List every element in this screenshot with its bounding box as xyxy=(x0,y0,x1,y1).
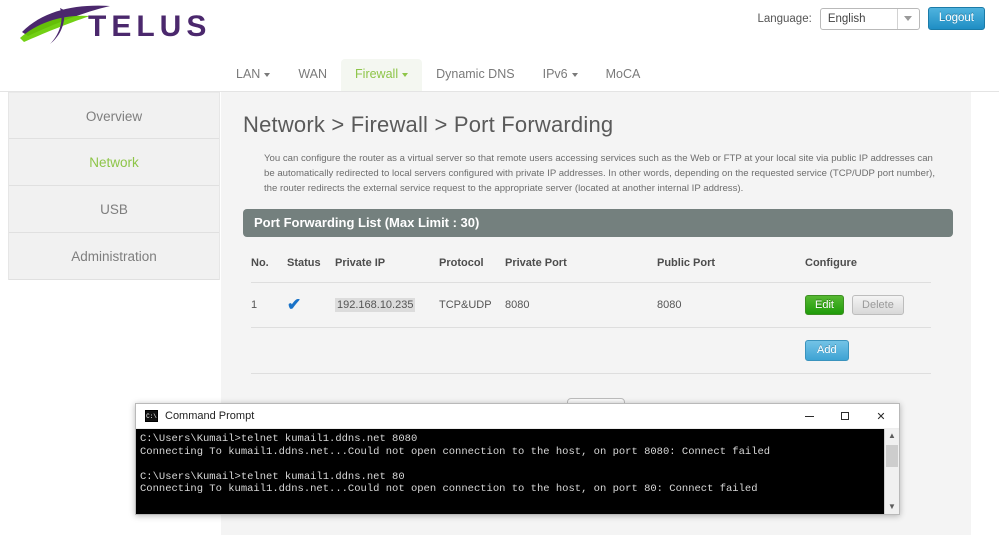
tab-wan-label: WAN xyxy=(298,67,327,81)
chevron-down-icon xyxy=(572,73,578,77)
tab-dynamic-dns-label: Dynamic DNS xyxy=(436,67,515,81)
tab-lan-label: LAN xyxy=(236,67,260,81)
cell-public-port: 8080 xyxy=(657,282,805,327)
maximize-icon[interactable] xyxy=(827,404,863,428)
cell-configure: Edit Delete xyxy=(805,282,931,327)
console-scrollbar[interactable]: ▲ ▼ xyxy=(884,429,899,514)
window-controls: ✕ xyxy=(791,404,899,428)
tab-wan[interactable]: WAN xyxy=(284,59,341,91)
command-prompt-icon: C:\ xyxy=(145,410,158,422)
add-row-spacer xyxy=(251,327,805,373)
language-selected-value: English xyxy=(828,13,866,25)
add-cell: Add xyxy=(805,327,931,373)
tab-firewall-label: Firewall xyxy=(355,67,398,81)
command-prompt-window[interactable]: C:\ Command Prompt ✕ C:\Users\Kumail>tel… xyxy=(135,403,900,515)
tab-lan[interactable]: LAN xyxy=(222,59,284,91)
sidebar-item-administration[interactable]: Administration xyxy=(9,233,219,280)
cell-status: ✔ xyxy=(287,282,335,327)
window-title: Command Prompt xyxy=(165,410,254,422)
minimize-icon[interactable] xyxy=(791,404,827,428)
tab-moca[interactable]: MoCA xyxy=(592,59,655,91)
port-forwarding-list-header: Port Forwarding List (Max Limit : 30) xyxy=(243,209,953,237)
router-admin-page: TELUS Language: English Logout LAN WAN F… xyxy=(0,0,999,535)
tab-ipv6-label: IPv6 xyxy=(543,67,568,81)
column-header-public-port: Public Port xyxy=(657,243,805,283)
logout-button[interactable]: Logout xyxy=(928,7,985,30)
scroll-up-icon[interactable]: ▲ xyxy=(885,429,899,443)
tab-ipv6[interactable]: IPv6 xyxy=(529,59,592,91)
delete-button[interactable]: Delete xyxy=(852,295,904,315)
page-title: Network > Firewall > Port Forwarding xyxy=(221,92,971,138)
main-nav: LAN WAN Firewall Dynamic DNS IPv6 MoCA xyxy=(0,56,999,92)
chevron-down-icon[interactable] xyxy=(897,9,919,29)
language-select[interactable]: English xyxy=(820,8,920,30)
telus-logo[interactable]: TELUS xyxy=(14,2,244,50)
tab-moca-label: MoCA xyxy=(606,67,641,81)
tab-dynamic-dns[interactable]: Dynamic DNS xyxy=(422,59,529,91)
edit-button[interactable]: Edit xyxy=(805,295,844,315)
console-body[interactable]: C:\Users\Kumail>telnet kumail1.ddns.net … xyxy=(136,429,899,514)
svg-text:TELUS: TELUS xyxy=(88,10,211,43)
private-ip-value: 192.168.10.235 xyxy=(335,298,415,312)
add-row: Add xyxy=(251,327,931,373)
language-controls: Language: English Logout xyxy=(757,7,985,30)
scroll-down-icon[interactable]: ▼ xyxy=(885,500,899,514)
checkmark-icon: ✔ xyxy=(287,295,301,314)
chevron-down-icon xyxy=(264,73,270,77)
sidebar: Overview Network USB Administration xyxy=(8,92,220,280)
column-header-private-port: Private Port xyxy=(505,243,657,283)
table-row: 1 ✔ 192.168.10.235 TCP&UDP 8080 8080 Edi… xyxy=(251,282,931,327)
column-header-configure: Configure xyxy=(805,243,931,283)
column-header-protocol: Protocol xyxy=(439,243,505,283)
command-prompt-titlebar[interactable]: C:\ Command Prompt ✕ xyxy=(136,404,899,429)
sidebar-item-usb[interactable]: USB xyxy=(9,186,219,233)
table-header-row: No. Status Private IP Protocol Private P… xyxy=(251,243,931,283)
page-header: TELUS Language: English Logout xyxy=(0,0,999,56)
scrollbar-thumb[interactable] xyxy=(886,445,898,467)
language-label: Language: xyxy=(757,13,811,25)
cell-protocol: TCP&UDP xyxy=(439,282,505,327)
port-forwarding-table: No. Status Private IP Protocol Private P… xyxy=(251,243,931,374)
page-description: You can configure the router as a virtua… xyxy=(221,138,971,197)
column-header-no: No. xyxy=(251,243,287,283)
chevron-down-icon xyxy=(402,73,408,77)
sidebar-item-overview[interactable]: Overview xyxy=(9,92,219,139)
cell-private-port: 8080 xyxy=(505,282,657,327)
column-header-private-ip: Private IP xyxy=(335,243,439,283)
cell-private-ip: 192.168.10.235 xyxy=(335,282,439,327)
tab-firewall[interactable]: Firewall xyxy=(341,59,422,91)
add-button[interactable]: Add xyxy=(805,340,849,361)
console-output: C:\Users\Kumail>telnet kumail1.ddns.net … xyxy=(136,429,884,514)
column-header-status: Status xyxy=(287,243,335,283)
close-icon[interactable]: ✕ xyxy=(863,404,899,428)
cell-no: 1 xyxy=(251,282,287,327)
sidebar-item-network[interactable]: Network xyxy=(9,139,219,186)
